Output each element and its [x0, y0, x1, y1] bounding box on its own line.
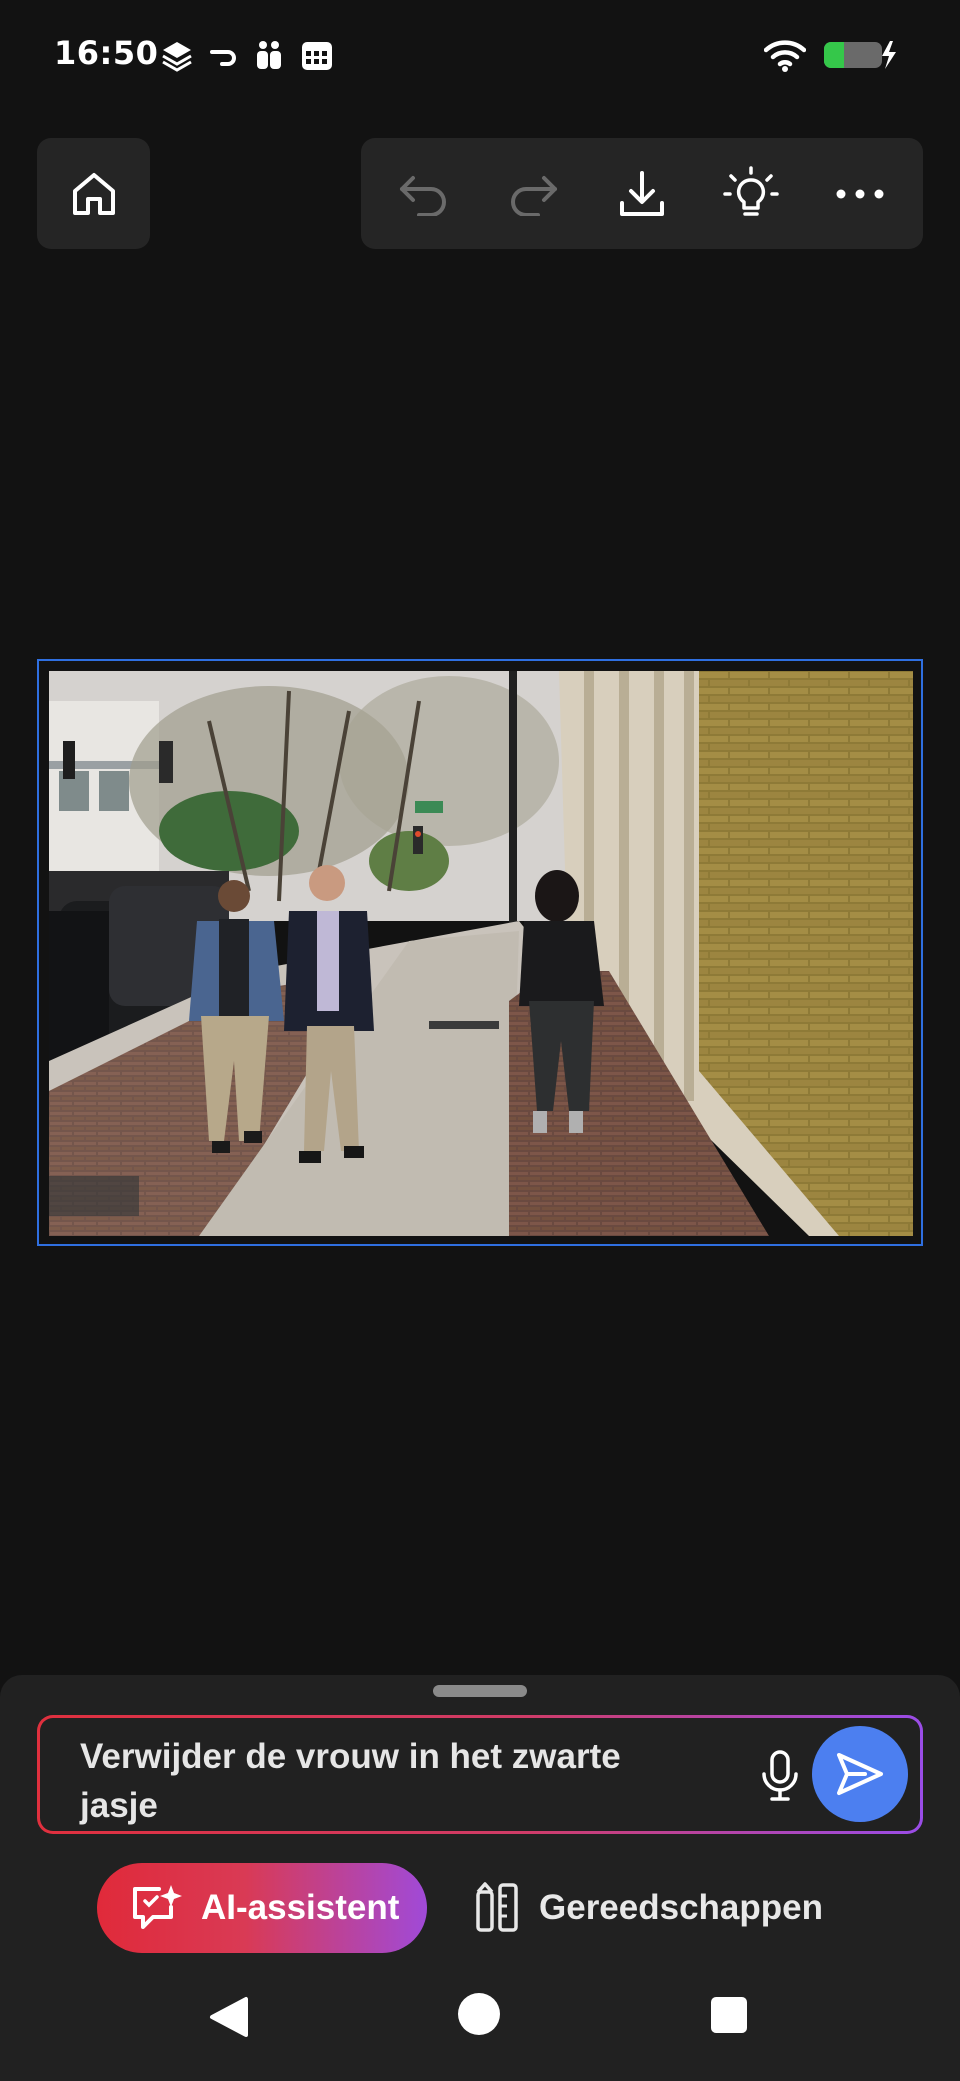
more-button[interactable] — [810, 144, 910, 244]
calendar-icon — [302, 42, 332, 70]
people-icon — [257, 41, 281, 69]
prompt-input-container: Verwijder de vrouw in het zwarte jasje — [37, 1715, 923, 1834]
undo-icon — [399, 175, 446, 216]
nav-home-button[interactable] — [458, 1993, 500, 2035]
nav-recents-button[interactable] — [711, 1997, 747, 2033]
prompt-input[interactable]: Verwijder de vrouw in het zwarte jasje — [40, 1718, 920, 1831]
download-button[interactable] — [592, 144, 692, 244]
status-notification-icons — [160, 38, 334, 72]
street-photo-image — [49, 671, 913, 1236]
redo-icon — [510, 175, 557, 216]
send-icon — [837, 1753, 883, 1795]
download-icon — [619, 170, 664, 216]
sheet-drag-handle[interactable] — [433, 1685, 527, 1697]
canvas-selection[interactable] — [37, 659, 923, 1246]
lightbulb-icon — [723, 165, 779, 216]
ai-assistant-label: AI-assistent — [201, 1888, 400, 1927]
nav-back-button[interactable] — [208, 1995, 250, 2043]
send-button[interactable] — [812, 1726, 908, 1822]
tools-pencil-ruler-icon — [476, 1882, 518, 1932]
layers-icon — [162, 42, 192, 72]
home-button[interactable] — [37, 138, 150, 249]
microphone-button[interactable] — [740, 1736, 820, 1816]
prompt-text[interactable]: Verwijder de vrouw in het zwarte jasje — [80, 1732, 680, 1830]
link-icon — [210, 50, 236, 66]
status-bar: 16:50 — [0, 0, 960, 110]
home-icon — [72, 172, 115, 215]
top-toolbar — [361, 138, 923, 249]
wifi-icon — [764, 40, 806, 72]
microphone-icon — [762, 1750, 798, 1801]
back-triangle-icon — [210, 1997, 248, 2037]
tools-label: Gereedschappen — [539, 1888, 823, 1927]
status-system-icons — [764, 38, 898, 72]
tips-button[interactable] — [701, 144, 801, 244]
street-photo[interactable] — [49, 671, 913, 1236]
tools-tab[interactable]: Gereedschappen — [475, 1863, 823, 1953]
more-icon — [836, 189, 884, 198]
ai-assistant-tab[interactable]: AI-assistent — [97, 1863, 427, 1953]
battery-charging-icon — [824, 41, 896, 69]
redo-button[interactable] — [483, 144, 583, 244]
ai-sparkle-chat-icon — [133, 1885, 182, 1929]
undo-button[interactable] — [374, 144, 474, 244]
system-navigation-bar — [0, 1985, 960, 2081]
status-time: 16:50 — [54, 34, 159, 72]
